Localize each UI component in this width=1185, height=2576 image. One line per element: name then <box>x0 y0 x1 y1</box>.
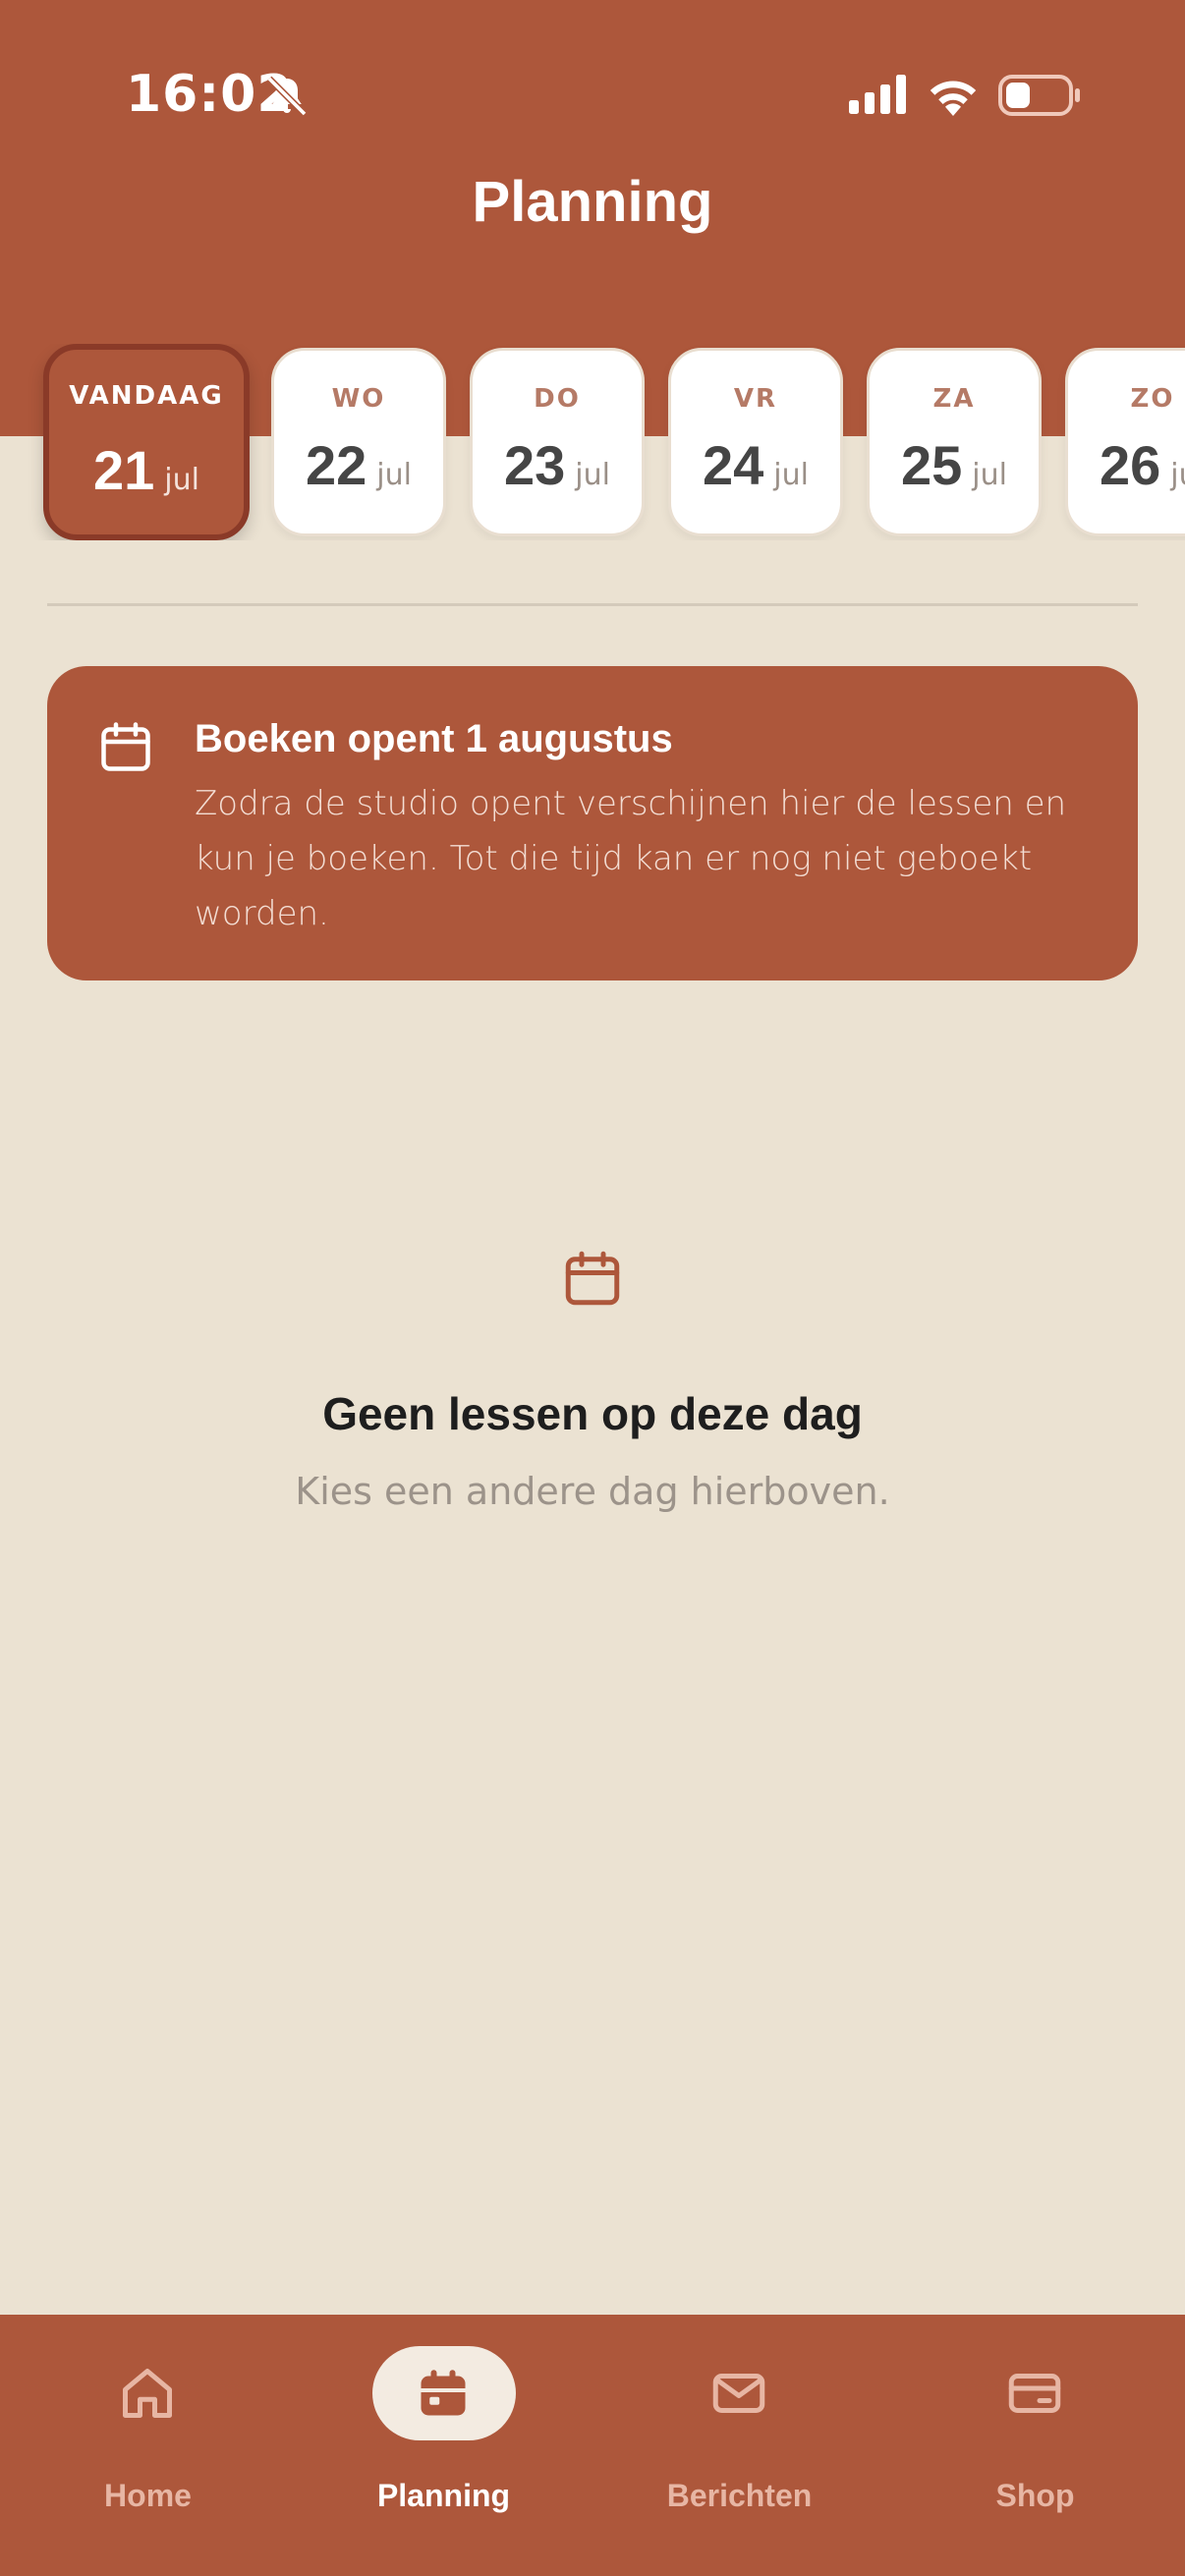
calendar-icon <box>101 722 150 771</box>
home-icon <box>123 2369 172 2418</box>
day-label: VR <box>733 384 778 414</box>
day-label: WO <box>331 384 386 414</box>
day-tile-za[interactable]: ZA 25 jul <box>867 348 1042 536</box>
nav-label: Berichten <box>666 2478 813 2513</box>
calendar-icon <box>565 1251 620 1306</box>
nav-label: Shop <box>995 2478 1075 2513</box>
day-number: 25 jul <box>901 434 1007 496</box>
day-tile-zo[interactable]: ZO 26jul <box>1065 348 1185 536</box>
mail-icon <box>712 2374 765 2413</box>
empty-state-subtitle: Kies een andere dag hierboven. <box>295 1470 890 1513</box>
day-number: 24 jul <box>703 434 809 496</box>
signal-icon <box>849 75 906 114</box>
notice-text: Zodra de studio opent verschijnen hier d… <box>195 784 1067 933</box>
day-label: ZA <box>932 384 976 414</box>
divider <box>47 603 1138 606</box>
day-label: ZO <box>1130 384 1175 414</box>
card-icon <box>1008 2374 1061 2413</box>
notice-title: Boeken opent 1 augustus <box>195 717 673 760</box>
day-tile-do[interactable]: DO 23 jul <box>470 348 645 536</box>
day-tile-vr[interactable]: VR 24 jul <box>668 348 843 536</box>
nav-label: Planning <box>376 2478 511 2513</box>
nav-planning[interactable]: Planning <box>296 2315 592 2576</box>
day-month: jul <box>1170 458 1185 492</box>
battery-icon <box>998 75 1080 116</box>
booking-notice-card: Boeken opent 1 augustus Zodra de studio … <box>47 666 1138 980</box>
nav-berichten[interactable]: Berichten <box>592 2315 887 2576</box>
day-number: 23 jul <box>504 434 610 496</box>
nav-label: Home <box>104 2478 192 2513</box>
day-number: 21 jul <box>93 439 199 501</box>
day-tile-today[interactable]: VANDAAG 21 jul <box>43 344 250 540</box>
day-month: jul <box>773 458 809 492</box>
bell-slash-icon <box>266 76 308 117</box>
day-label: VANDAAG <box>69 381 224 411</box>
wifi-icon <box>930 81 977 116</box>
day-month: jul <box>164 463 199 497</box>
calendar-icon <box>421 2370 466 2416</box>
day-strip[interactable]: VANDAAG 21 jul WO 22 jul DO 23 jul VR 24 jul… <box>0 344 1185 540</box>
bottom-nav: Home Planning Berichten Shop <box>0 2315 1185 2576</box>
day-number: 22 jul <box>306 434 412 496</box>
nav-home[interactable]: Home <box>0 2315 296 2576</box>
day-tile-wo[interactable]: WO 22 jul <box>271 348 446 536</box>
day-month: jul <box>376 458 412 492</box>
page-title: Planning <box>472 170 713 234</box>
day-number: 26jul <box>1068 433 1185 497</box>
day-month: jul <box>575 458 610 492</box>
day-label: DO <box>534 384 581 414</box>
day-month: jul <box>972 458 1007 492</box>
empty-state-title: Geen lessen op deze dag <box>322 1388 863 1439</box>
nav-shop[interactable]: Shop <box>887 2315 1183 2576</box>
